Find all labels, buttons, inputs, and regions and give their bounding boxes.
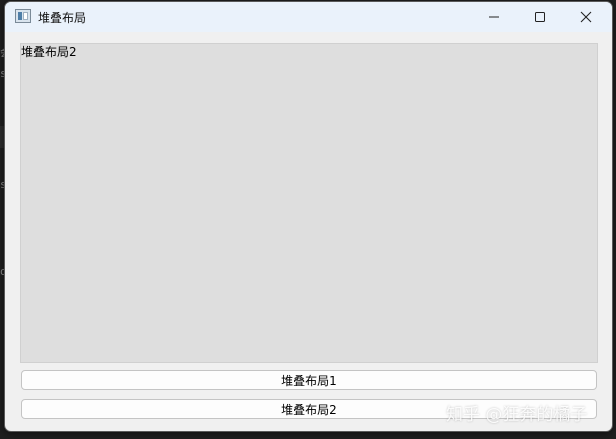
stack-page-1-button[interactable]: 堆叠布局1 xyxy=(21,370,597,390)
window-app-icon xyxy=(15,9,31,23)
maximize-icon xyxy=(535,12,545,22)
title-bar[interactable]: 堆叠布局 xyxy=(5,2,612,32)
maximize-button[interactable] xyxy=(517,2,563,32)
minimize-button[interactable] xyxy=(471,2,517,32)
minimize-icon xyxy=(489,16,499,18)
close-icon xyxy=(580,11,592,23)
app-window: 堆叠布局 堆叠布局2 堆叠布局1 堆叠布局2 xyxy=(4,1,613,432)
stacked-layout-page: 堆叠布局2 xyxy=(20,43,598,363)
window-title: 堆叠布局 xyxy=(38,11,87,25)
close-button[interactable] xyxy=(563,2,609,32)
watermark: 知乎 @狂奔的橘子 xyxy=(446,405,588,425)
current-page-label: 堆叠布局2 xyxy=(21,45,77,59)
